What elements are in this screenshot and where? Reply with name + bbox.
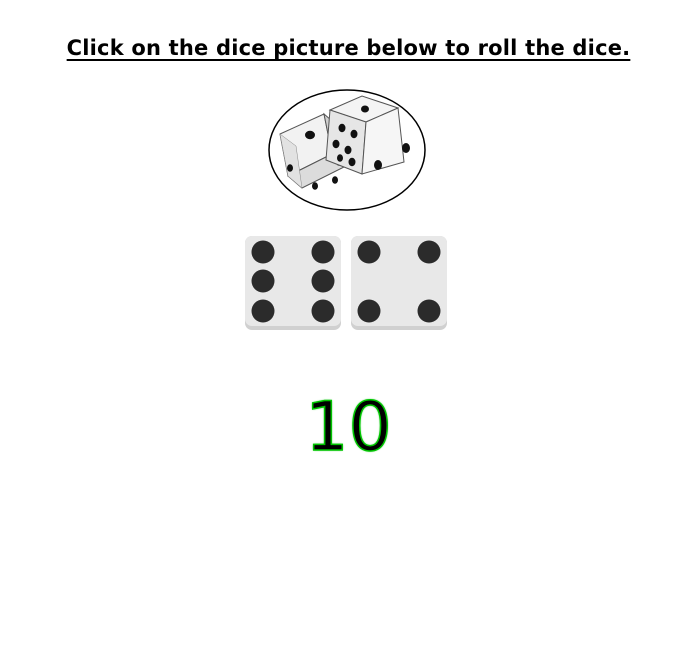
roll-dice-button[interactable] <box>266 88 430 212</box>
die-2 <box>350 235 448 331</box>
die-1 <box>244 235 342 331</box>
dice-results <box>244 235 454 331</box>
two-dice-icon <box>268 89 426 211</box>
roll-instruction: Click on the dice picture below to roll … <box>66 36 631 60</box>
die-face-six-icon <box>245 236 341 330</box>
dice-total: 10 <box>304 387 392 468</box>
die-face-four-icon <box>351 236 447 330</box>
